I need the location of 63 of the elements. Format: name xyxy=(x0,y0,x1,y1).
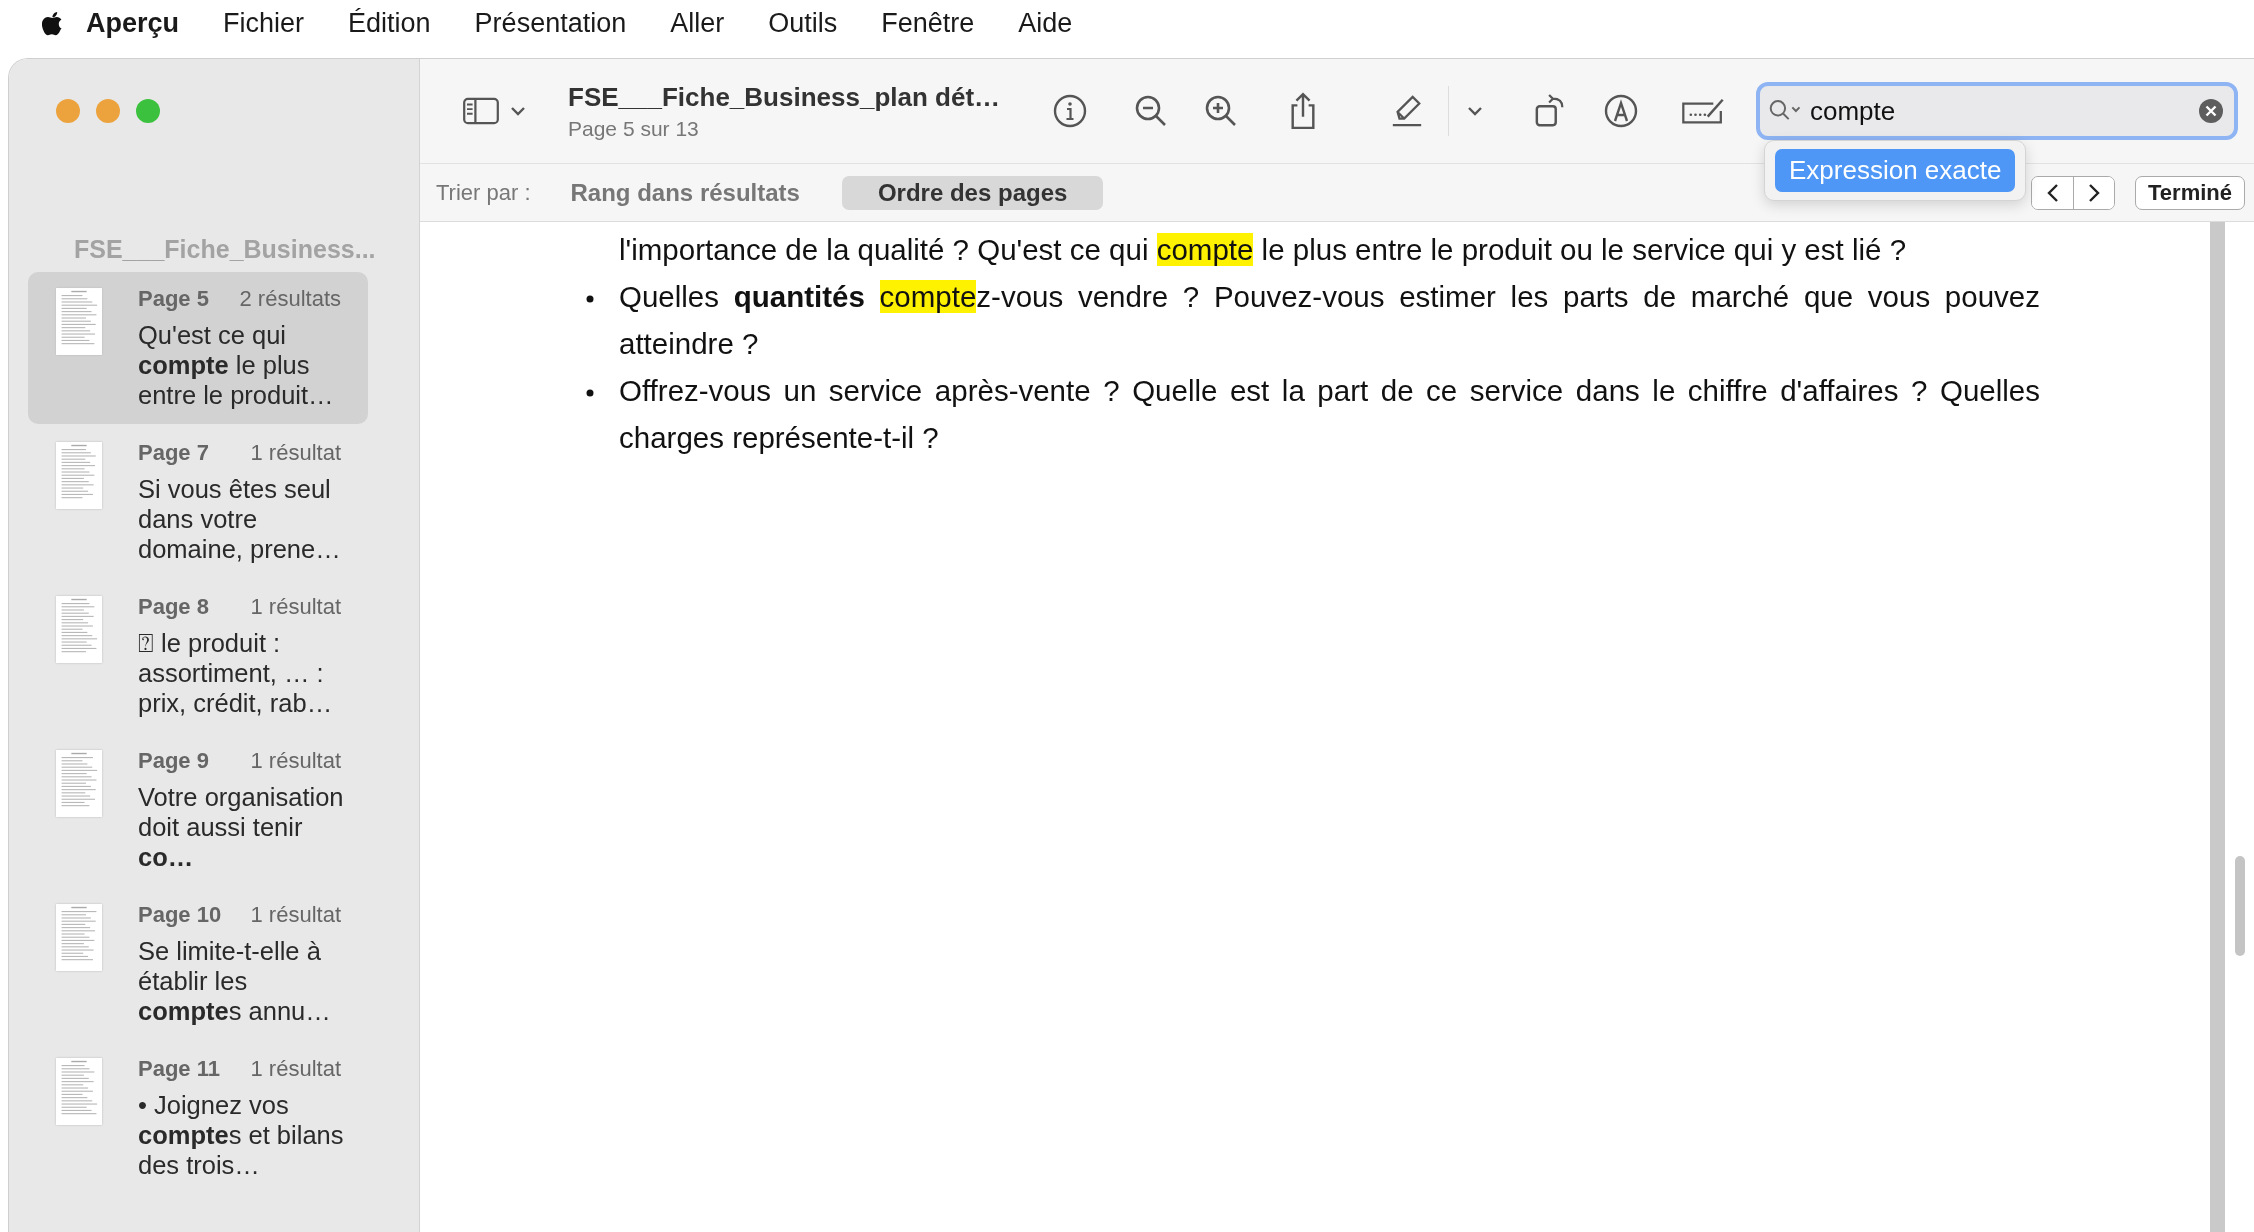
menu-item[interactable]: Aide xyxy=(1018,7,1073,39)
page-thumbnail xyxy=(56,750,102,817)
next-result-button[interactable] xyxy=(2073,176,2115,209)
menu-item[interactable]: Fichier xyxy=(223,7,305,39)
result-snippet: Votre organisation doit aussi tenir co… xyxy=(138,782,345,872)
page-label: Page 5 xyxy=(138,286,209,312)
menu-item[interactable]: Édition xyxy=(348,7,431,39)
chevron-down-icon[interactable] xyxy=(510,106,526,116)
result-snippet: ⍰ le produit : assortiment, … : prix, crédit, rab… xyxy=(138,628,334,718)
result-item[interactable]: Page 5 2 résultats Qu'est ce qui compte le plus entre le produit… xyxy=(28,272,368,424)
result-count: 1 résultat xyxy=(250,440,341,466)
document-name: FSE___Fiche_Business... xyxy=(74,235,377,264)
result-snippet: • Joignez vos comptes et bilans des trois… xyxy=(138,1090,345,1180)
result-snippet: Si vous êtes seul dans votre domaine, prene… xyxy=(138,474,342,564)
sidebar-toggle-icon[interactable] xyxy=(462,97,500,125)
menu-item[interactable]: Aller xyxy=(670,7,725,39)
page-thumbnail xyxy=(56,596,102,663)
apple-logo-icon[interactable] xyxy=(42,10,64,36)
document-paragraph: l'importance de la qualité ? Qu'est ce qui compte le plus entre le produit ou le service qui y est lié ? xyxy=(619,232,1907,268)
page-thumbnail xyxy=(56,1058,102,1125)
clear-icon[interactable] xyxy=(2198,98,2224,124)
sort-option[interactable]: Ordre des pages xyxy=(841,175,1104,210)
document-paragraph: Quelles quantités comptez-vous vendre ? Pouvez-vous estimer les parts de marché que vous pouvez atteindre ? xyxy=(619,279,2040,362)
result-snippet: Qu'est ce qui compte le plus entre le produit… xyxy=(138,320,335,410)
page-indicator: Page 5 sur 13 xyxy=(568,116,700,141)
result-count: 1 résultat xyxy=(250,748,341,774)
chevron-left-icon xyxy=(2046,182,2059,203)
result-item[interactable]: Page 8 1 résultat ⍰ le produit : assortiment, … : prix, crédit, rab… xyxy=(28,580,368,732)
result-count: 2 résultats xyxy=(239,286,341,312)
result-item[interactable]: Page 9 1 résultat Votre organisation doit aussi tenir co… xyxy=(28,734,368,886)
result-item[interactable]: Page 7 1 résultat Si vous êtes seul dans votre domaine, prene… xyxy=(28,426,368,578)
page-label: Page 7 xyxy=(138,440,209,466)
page-label: Page 8 xyxy=(138,594,209,620)
page-label: Page 10 xyxy=(138,902,222,928)
signature-icon[interactable] xyxy=(1679,96,1727,126)
result-item[interactable]: Page 11 1 résultat • Joignez vos comptes et bilans des trois… xyxy=(28,1042,368,1194)
chevron-down-icon[interactable] xyxy=(1467,106,1483,116)
done-button[interactable]: Terminé xyxy=(2135,175,2245,210)
chevron-right-icon xyxy=(2088,182,2101,203)
result-count: 1 résultat xyxy=(250,1056,341,1082)
page-label: Page 9 xyxy=(138,748,209,774)
markup-icon[interactable] xyxy=(1603,93,1639,129)
page-thumbnail xyxy=(56,904,102,971)
document-title: FSE___Fiche_Business_plan dét… xyxy=(568,81,1002,113)
info-icon[interactable] xyxy=(1052,93,1088,129)
scroll-thumb[interactable] xyxy=(2234,856,2245,956)
page-thumbnail xyxy=(56,442,102,509)
menu-item[interactable]: Outils xyxy=(768,7,838,39)
result-snippet: Se limite-t-elle à établir les comptes annu… xyxy=(138,936,332,1026)
search-bar[interactable]: compte xyxy=(1756,82,2238,140)
share-icon[interactable] xyxy=(1288,92,1318,130)
sort-label: Trier par : xyxy=(436,179,531,206)
menu-item[interactable]: Fenêtre xyxy=(881,7,975,39)
result-item[interactable]: Page 10 1 résultat Se limite-t-elle à établir les comptes annu… xyxy=(28,888,368,1040)
menu-item[interactable]: Présentation xyxy=(474,7,627,39)
page-thumbnail xyxy=(56,288,102,355)
result-count: 1 résultat xyxy=(250,902,341,928)
search-field[interactable]: compte xyxy=(1808,94,2198,128)
result-count: 1 résultat xyxy=(250,594,341,620)
menu-item[interactable]: Aperçu xyxy=(86,7,180,39)
sort-option[interactable]: Rang dans résultats xyxy=(534,175,836,210)
document-paragraph: Offrez-vous un service après-vente ? Quelle est la part de ce service dans le chiffre d'affaires ? Quelles charges représente-t-il ? xyxy=(619,373,2040,456)
page-label: Page 11 xyxy=(138,1056,220,1082)
